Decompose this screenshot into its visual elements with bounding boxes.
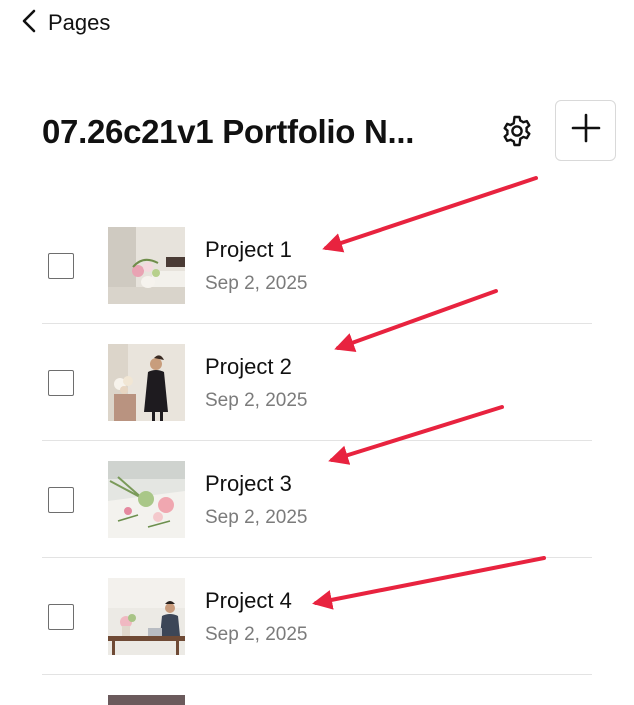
select-checkbox[interactable]: [48, 487, 74, 513]
chevron-left-icon: [20, 9, 38, 38]
page-thumbnail[interactable]: [108, 344, 185, 421]
page-thumbnail[interactable]: [108, 227, 185, 304]
plus-icon: [570, 112, 602, 149]
page-title-text: Project 4: [205, 588, 292, 613]
back-button[interactable]: Pages: [20, 8, 110, 38]
back-label: Pages: [48, 10, 111, 35]
list-item[interactable]: Project 2 Sep 2, 2025: [42, 324, 592, 441]
list-item[interactable]: Project 4 Sep 2, 2025: [42, 558, 592, 675]
page-header: 07.26c21v1 Portfolio N...: [42, 100, 618, 164]
page-date: Sep 2, 2025: [205, 390, 308, 411]
page-date: Sep 2, 2025: [205, 507, 308, 528]
select-checkbox[interactable]: [48, 604, 74, 630]
page-title: 07.26c21v1 Portfolio N...: [42, 113, 415, 150]
page-thumbnail[interactable]: [108, 461, 185, 538]
page-list: Project 1 Sep 2, 2025 Project 2 Sep 2, 2…: [42, 207, 592, 675]
page-title-text: Project 2: [205, 354, 292, 379]
page-title-text: Project 1: [205, 237, 292, 262]
page-title-text: Project 3: [205, 471, 292, 496]
select-checkbox[interactable]: [48, 370, 74, 396]
list-item[interactable]: Project 3 Sep 2, 2025: [42, 441, 592, 558]
page-thumbnail[interactable]: [108, 695, 185, 705]
page-date: Sep 2, 2025: [205, 624, 308, 645]
add-page-button[interactable]: [555, 100, 616, 161]
list-item[interactable]: [42, 675, 592, 705]
page-date: Sep 2, 2025: [205, 273, 308, 294]
list-item[interactable]: Project 1 Sep 2, 2025: [42, 207, 592, 324]
select-checkbox[interactable]: [48, 253, 74, 279]
gear-icon[interactable]: [500, 114, 534, 148]
page-thumbnail[interactable]: [108, 578, 185, 655]
